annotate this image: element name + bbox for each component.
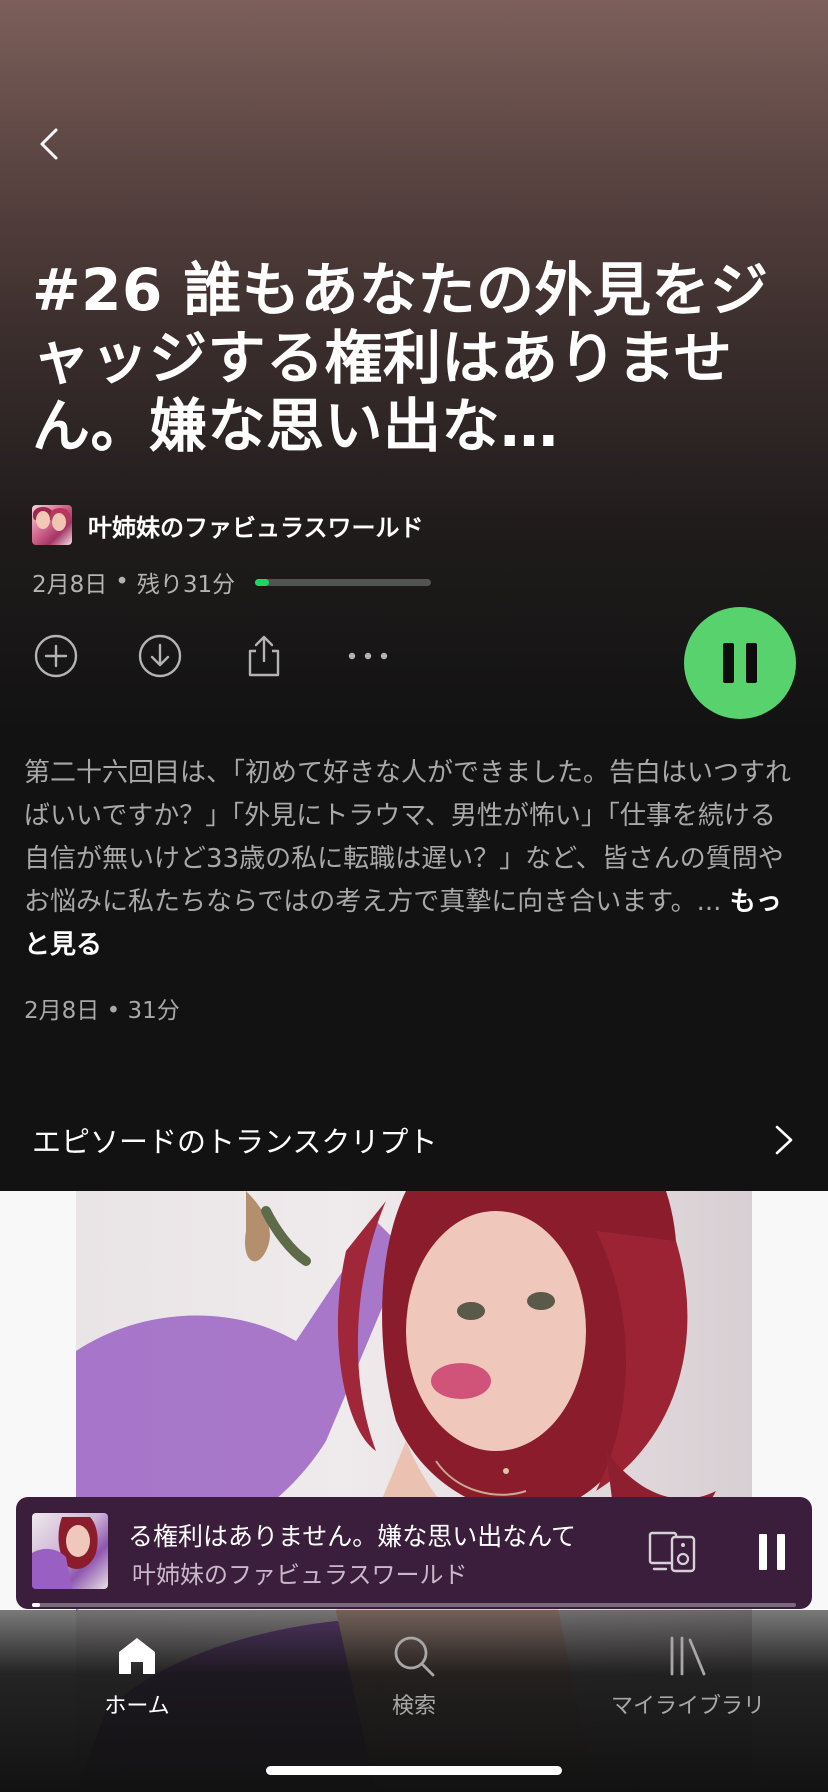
description-text: 第二十六回目は、「初めて好きな人ができました。告白はいつすればいいですか？」「外…: [24, 758, 792, 917]
back-button[interactable]: [26, 118, 70, 170]
episode-meta: 2月8日 • 残り31分: [32, 565, 432, 599]
add-button[interactable]: [32, 632, 80, 680]
transcript-label: エピソードのトランスクリプト: [32, 1125, 438, 1159]
more-horizontal-icon: [348, 652, 388, 660]
footer-duration: 31分: [127, 998, 180, 1024]
episode-date: 2月8日: [32, 572, 108, 598]
time-remaining: 残り31分: [136, 572, 236, 598]
tab-search-label: 検索: [391, 1694, 436, 1719]
episode-progress-fill: [255, 578, 270, 586]
share-button[interactable]: [240, 632, 288, 680]
search-icon: [394, 1636, 435, 1677]
mini-player-progress: [32, 1603, 796, 1607]
tab-home-label: ホーム: [104, 1694, 170, 1719]
pause-icon: [759, 1534, 767, 1570]
episode-progress-bar: [255, 578, 432, 586]
transcript-row[interactable]: エピソードのトランスクリプト: [0, 1100, 828, 1180]
download-button[interactable]: [136, 632, 184, 680]
show-link[interactable]: 叶姉妹のファビュラスワールド: [32, 505, 424, 545]
tab-search[interactable]: 検索: [314, 1634, 514, 1720]
episode-footer-meta: 2月8日 • 31分: [24, 991, 180, 1025]
home-icon: [119, 1638, 155, 1674]
chevron-right-icon: [775, 1125, 793, 1155]
mini-player[interactable]: る権利はありません。嫌な思い出なんて 叶姉妹のファビュラスワールド: [16, 1497, 812, 1609]
mini-player-artwork: [32, 1513, 108, 1589]
pause-icon-bar: [746, 643, 757, 683]
home-indicator[interactable]: [266, 1766, 562, 1775]
tab-home[interactable]: ホーム: [37, 1634, 237, 1720]
footer-date: 2月8日: [24, 998, 100, 1024]
mini-player-pause-button[interactable]: [752, 1529, 792, 1575]
pause-icon-bar: [777, 1534, 785, 1570]
mini-player-title: る権利はありません。嫌な思い出なんて: [128, 1522, 577, 1551]
devices-icon: [648, 1531, 696, 1573]
episode-title: #26 誰もあなたの外見をジャッジする権利はありません。嫌な思い出な…: [32, 256, 769, 460]
add-circle-icon: [34, 634, 78, 678]
tab-library[interactable]: マイライブラリ: [588, 1634, 788, 1720]
connect-device-button[interactable]: [648, 1529, 698, 1575]
pause-icon: [723, 643, 734, 683]
show-cover-thumbnail: [32, 505, 72, 545]
meta-separator: •: [115, 569, 129, 595]
pause-button[interactable]: [684, 607, 796, 719]
share-icon: [248, 635, 280, 677]
episode-actions: [32, 632, 448, 680]
episode-description: 第二十六回目は、「初めて好きな人ができました。告白はいつすればいいですか？」「外…: [24, 752, 794, 967]
library-icon: [670, 1636, 706, 1676]
tab-library-label: マイライブラリ: [610, 1694, 765, 1719]
mini-player-artist: 叶姉妹のファビュラスワールド: [132, 1561, 468, 1589]
chevron-left-icon: [40, 128, 58, 160]
show-name: 叶姉妹のファビュラスワールド: [88, 513, 424, 542]
more-options-button[interactable]: [344, 632, 392, 680]
bottom-tab-bar: ホーム 検索 マイライブラリ: [0, 1610, 828, 1792]
footer-separator: •: [106, 998, 121, 1024]
download-circle-icon: [138, 634, 182, 678]
mini-player-progress-fill: [32, 1603, 40, 1607]
